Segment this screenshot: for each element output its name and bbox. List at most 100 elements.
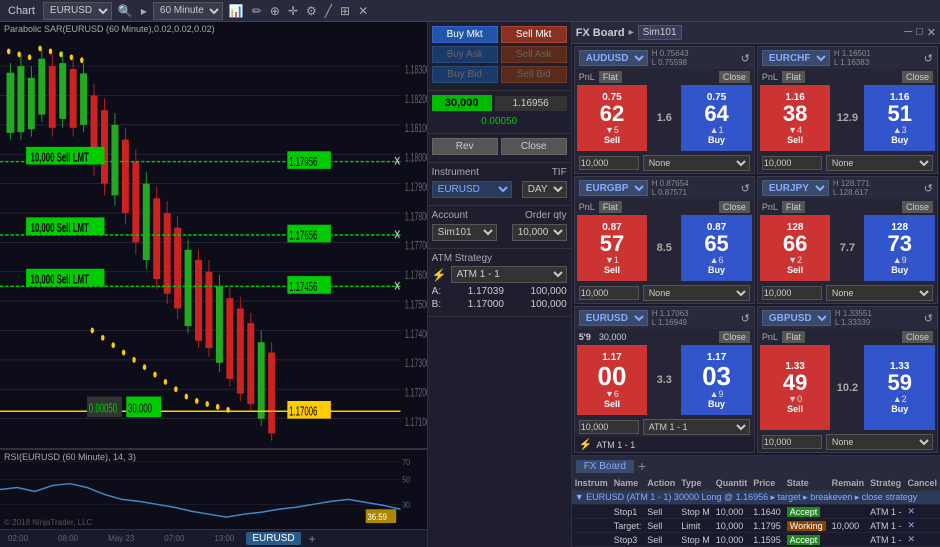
chart-ticker-tab[interactable]: EURUSD <box>246 532 300 545</box>
eurchf-sell-box[interactable]: 1.16 38 ▼4 Sell <box>760 85 831 151</box>
pencil-icon[interactable]: ✏ <box>250 4 264 18</box>
gbpusd-strategy-select[interactable]: None <box>826 434 933 450</box>
gbpusd-select[interactable]: GBPUSD <box>762 310 831 326</box>
eurgbp-close-button[interactable]: Close <box>719 201 750 213</box>
svg-text:✕: ✕ <box>394 277 401 294</box>
eurusd-refresh-icon[interactable]: ↺ <box>741 312 750 325</box>
minimize-icon[interactable]: ─ <box>904 26 912 39</box>
sell-ask-button[interactable]: Sell Ask <box>501 46 567 63</box>
order-cancel-1[interactable]: ✕ <box>904 505 940 519</box>
maximize-icon[interactable]: □ <box>916 26 923 39</box>
eurjpy-qty-row: None <box>758 283 937 303</box>
eurjpy-buy-label: Buy <box>891 265 908 275</box>
svg-text:1.17800: 1.17800 <box>405 211 427 224</box>
eurjpy-select[interactable]: EURJPY <box>762 180 829 196</box>
buy-bid-button[interactable]: Buy Bid <box>432 66 498 83</box>
eurchf-select[interactable]: EURCHF <box>762 50 830 66</box>
audusd-qty-input[interactable] <box>579 156 639 170</box>
col-strategy: Strateg <box>867 476 904 491</box>
eurchf-qty-input[interactable] <box>762 156 822 170</box>
pair-select[interactable]: EURUSD <box>43 2 112 20</box>
eurchf-buy-box[interactable]: 1.16 51 ▲3 Buy <box>864 85 935 151</box>
gbpusd-sell-box[interactable]: 1.33 49 ▼0 Sell <box>760 345 831 430</box>
timeframe-select[interactable]: 60 Minute <box>153 2 223 20</box>
crosshair-icon[interactable]: ✛ <box>286 4 300 18</box>
order-qty-select[interactable]: 10,000 <box>512 224 567 241</box>
eurchf-close-button[interactable]: Close <box>902 71 933 83</box>
audusd-refresh-icon[interactable]: ↺ <box>741 52 750 65</box>
order-group-label: ▼ EURUSD (ATM 1 - 1) 30000 Long @ 1.1695… <box>572 491 940 505</box>
qty-input[interactable]: 30,000 <box>432 95 492 111</box>
atm-select[interactable]: ATM 1 - 1 <box>451 266 567 283</box>
eurchf-spread: 12.9 <box>832 85 862 151</box>
eurgbp-sell-box[interactable]: 0.87 57 ▼1 Sell <box>577 215 648 281</box>
magnet-icon[interactable]: ⊕ <box>268 4 282 18</box>
instrument-select[interactable]: EURUSD <box>432 181 512 198</box>
rev-close-row: Rev Close <box>432 138 567 155</box>
search-icon[interactable]: 🔍 <box>116 4 135 18</box>
tif-select[interactable]: DAY <box>522 181 567 198</box>
gbpusd-flat-button[interactable]: Flat <box>782 331 805 343</box>
eurusd-close-button[interactable]: Close <box>719 331 750 343</box>
audusd-buy-box[interactable]: 0.75 64 ▲1 Buy <box>681 85 752 151</box>
eurgbp-strategy-select[interactable]: None <box>643 285 750 301</box>
eurusd-strategy-select[interactable]: ATM 1 - 1 <box>643 419 750 435</box>
fx-add-tab-button[interactable]: + <box>638 458 646 474</box>
eurusd-lightning-icon: ⚡ <box>579 438 593 451</box>
gbpusd-refresh-icon[interactable]: ↺ <box>924 312 933 325</box>
chart-add-tab-button[interactable]: + <box>309 532 316 546</box>
sell-mkt-button[interactable]: Sell Mkt <box>501 26 567 43</box>
eurjpy-close-button[interactable]: Close <box>902 201 933 213</box>
eurgbp-qty-input[interactable] <box>579 286 639 300</box>
rev-button[interactable]: Rev <box>432 138 498 155</box>
time-label-3: May 23 <box>108 534 134 543</box>
eurusd-qty-input[interactable] <box>579 420 639 434</box>
time-label-4: 07:00 <box>164 534 184 543</box>
account-select[interactable]: Sim101 <box>432 224 497 241</box>
audusd-flat-button[interactable]: Flat <box>599 71 622 83</box>
buy-mkt-button[interactable]: Buy Mkt <box>432 26 498 43</box>
eurgbp-select[interactable]: EURGBP <box>579 180 648 196</box>
chart-bottom-bar: 02:00 08:00 May 23 07:00 13:00 EURUSD + <box>0 529 427 547</box>
order-cancel-2[interactable]: ✕ <box>904 519 940 533</box>
bar-chart-icon[interactable]: 📊 <box>227 4 246 18</box>
audusd-select[interactable]: AUDUSD <box>579 50 648 66</box>
close-button[interactable]: Close <box>501 138 567 155</box>
eurjpy-sell-box[interactable]: 128 66 ▼2 Sell <box>760 215 831 281</box>
fx-board-bottom: FX Board + Instrum Name Action Type Quan… <box>572 455 940 547</box>
eurchf-strategy-select[interactable]: None <box>826 155 933 171</box>
tools-icon[interactable]: ⚙ <box>304 4 319 18</box>
audusd-close-button[interactable]: Close <box>719 71 750 83</box>
eurusd-sell-box[interactable]: 1.17 00 ▼6 Sell <box>577 345 648 415</box>
close-window-icon[interactable]: ✕ <box>927 26 936 39</box>
eurjpy-refresh-icon[interactable]: ↺ <box>924 182 933 195</box>
fx-pair-audusd: AUDUSD H 0.75643L 0.75598 ↺ PnL Flat Clo… <box>574 46 755 174</box>
eurgbp-refresh-icon[interactable]: ↺ <box>741 182 750 195</box>
line-icon[interactable]: ╱ <box>323 4 334 18</box>
order-cancel-3[interactable]: ✕ <box>904 533 940 547</box>
sell-bid-button[interactable]: Sell Bid <box>501 66 567 83</box>
eurgbp-buy-box[interactable]: 0.87 65 ▲6 Buy <box>681 215 752 281</box>
eurchf-flat-button[interactable]: Flat <box>782 71 805 83</box>
order-type-1: Stop M <box>678 505 713 519</box>
eurgbp-flat-button[interactable]: Flat <box>599 201 622 213</box>
eurusd-buy-box[interactable]: 1.17 03 ▲9 Buy <box>681 345 752 415</box>
layout-icon[interactable]: ⊞ <box>338 4 352 18</box>
top-bar: Chart EURUSD 🔍 ▸ 60 Minute 📊 ✏ ⊕ ✛ ⚙ ╱ ⊞… <box>0 0 940 22</box>
eurjpy-strategy-select[interactable]: None <box>826 285 933 301</box>
audusd-strategy-select[interactable]: None <box>643 155 750 171</box>
close-icon[interactable]: ✕ <box>356 4 370 18</box>
eurjpy-buy-box[interactable]: 128 73 ▲9 Buy <box>864 215 935 281</box>
gbpusd-qty-input[interactable] <box>762 435 822 449</box>
eurusd-select[interactable]: EURUSD <box>579 310 648 326</box>
gbpusd-close-button[interactable]: Close <box>902 331 933 343</box>
gbpusd-buy-box[interactable]: 1.33 59 ▲2 Buy <box>864 345 935 430</box>
buy-ask-button[interactable]: Buy Ask <box>432 46 498 63</box>
audusd-sell-box[interactable]: 0.75 62 ▼5 Sell <box>577 85 648 151</box>
arrow-icon: ▸ <box>139 4 149 18</box>
eurjpy-flat-button[interactable]: Flat <box>782 201 805 213</box>
eurjpy-qty-input[interactable] <box>762 286 822 300</box>
fx-board-tab[interactable]: FX Board <box>576 460 634 473</box>
working-badge: Working <box>787 521 826 531</box>
eurchf-refresh-icon[interactable]: ↺ <box>924 52 933 65</box>
